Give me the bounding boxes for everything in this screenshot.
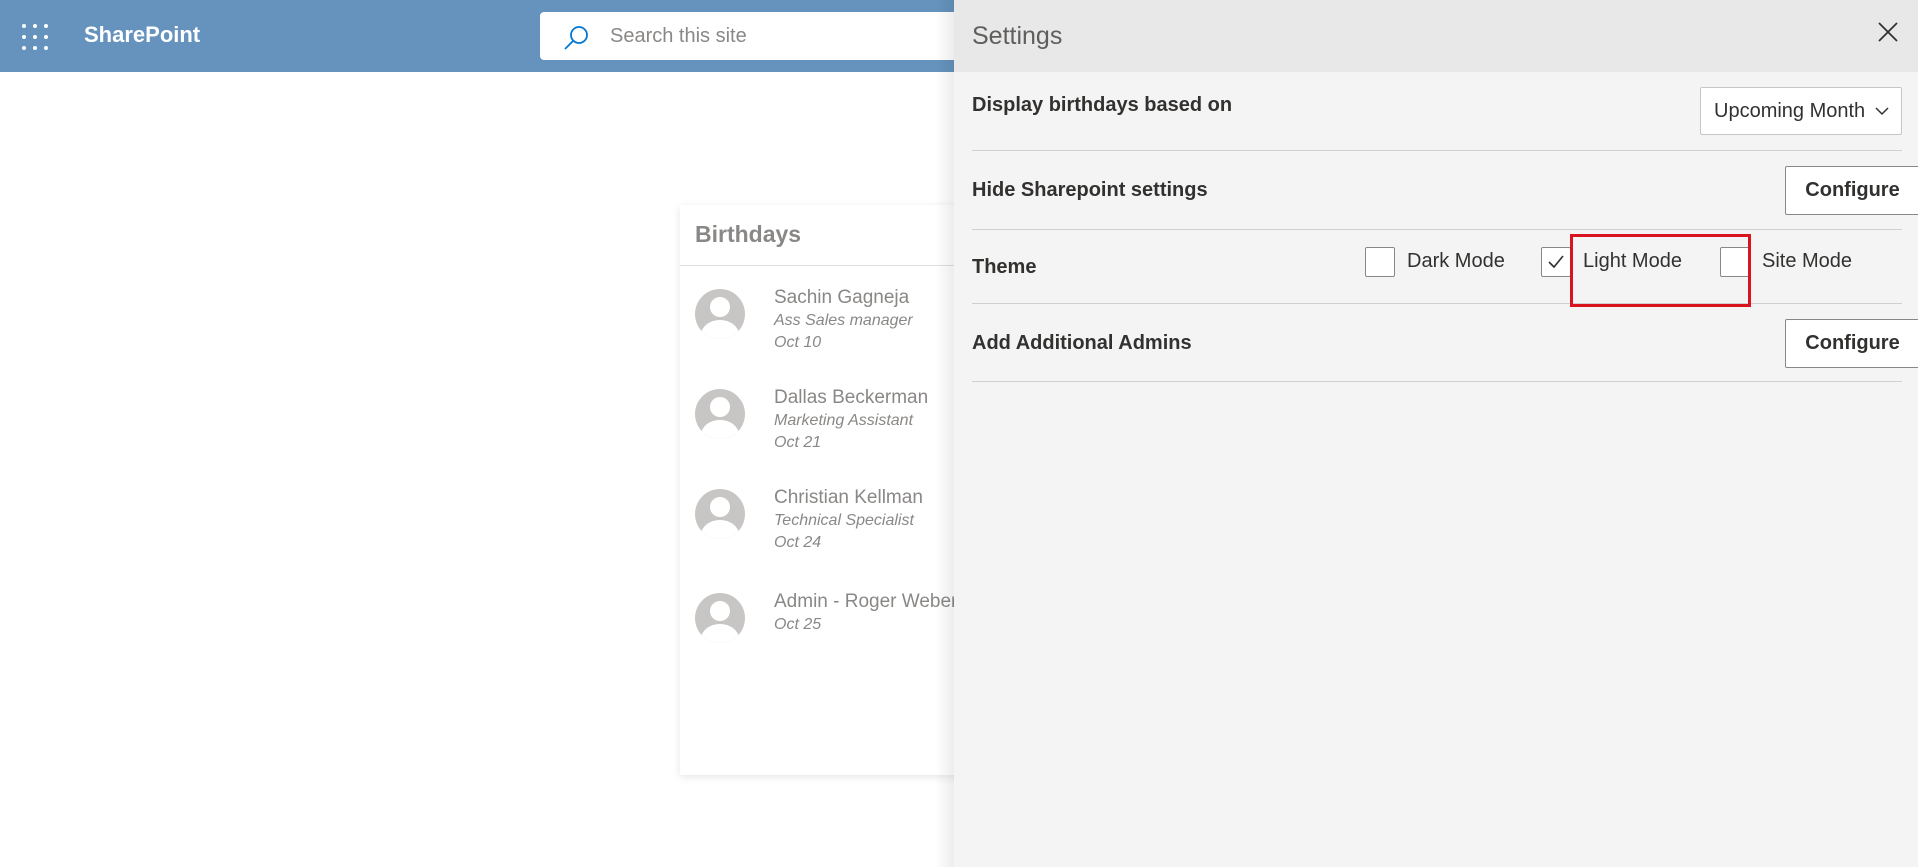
close-icon[interactable] bbox=[1876, 20, 1900, 44]
birthdays-setting-row: Display birthdays based on Upcoming Mont… bbox=[972, 72, 1902, 151]
birthdays-setting-label: Display birthdays based on bbox=[972, 94, 1233, 116]
theme-row: Theme Dark Mode Light Mode Site Mode bbox=[972, 230, 1902, 304]
configure-hide-settings-button[interactable]: Configure bbox=[1785, 166, 1918, 215]
theme-label: Theme bbox=[972, 256, 1037, 278]
person-name: Dallas Beckerman bbox=[774, 387, 929, 408]
chevron-down-icon bbox=[1875, 107, 1889, 116]
app-launcher-icon[interactable] bbox=[22, 24, 48, 50]
card-title: Birthdays bbox=[695, 221, 802, 247]
admins-row: Add Additional Admins Configure bbox=[972, 304, 1918, 382]
settings-panel: Settings Display birthdays based on Upco… bbox=[954, 0, 1918, 867]
birthdays-dropdown[interactable]: Upcoming Month bbox=[1700, 87, 1902, 135]
configure-admins-button[interactable]: Configure bbox=[1785, 319, 1918, 368]
brand-title[interactable]: SharePoint bbox=[84, 22, 200, 48]
avatar bbox=[695, 593, 745, 643]
person-name: Admin - Roger Weber bbox=[774, 591, 958, 612]
avatar bbox=[695, 389, 745, 439]
person-name: Sachin Gagneja bbox=[774, 287, 910, 308]
person-name: Christian Kellman bbox=[774, 487, 923, 508]
site-mode-checkbox[interactable] bbox=[1720, 247, 1750, 277]
person-date: Oct 10 bbox=[774, 334, 822, 351]
person-date: Oct 25 bbox=[774, 616, 822, 633]
site-mode-label: Site Mode bbox=[1762, 250, 1853, 272]
dark-mode-checkbox[interactable] bbox=[1365, 247, 1395, 277]
search-box[interactable] bbox=[540, 12, 980, 60]
person-role: Marketing Assistant bbox=[774, 412, 914, 429]
person-role: Ass Sales manager bbox=[774, 312, 913, 329]
avatar bbox=[695, 289, 745, 339]
light-mode-label: Light Mode bbox=[1583, 250, 1682, 272]
person-role: Technical Specialist bbox=[774, 512, 914, 529]
search-input[interactable] bbox=[610, 20, 950, 52]
checkmark-icon bbox=[1548, 255, 1564, 269]
hide-settings-label: Hide Sharepoint settings bbox=[972, 179, 1208, 201]
panel-header: Settings bbox=[954, 0, 1918, 72]
admins-label: Add Additional Admins bbox=[972, 332, 1192, 354]
dropdown-value: Upcoming Month bbox=[1714, 100, 1866, 122]
panel-shadow bbox=[935, 0, 955, 867]
person-date: Oct 21 bbox=[774, 434, 822, 451]
avatar bbox=[695, 489, 745, 539]
person-date: Oct 24 bbox=[774, 534, 822, 551]
light-mode-checkbox[interactable] bbox=[1541, 247, 1571, 277]
panel-title: Settings bbox=[972, 22, 1063, 50]
dark-mode-label: Dark Mode bbox=[1407, 250, 1505, 272]
search-icon bbox=[564, 26, 588, 50]
hide-settings-row: Hide Sharepoint settings Configure bbox=[972, 151, 1918, 230]
